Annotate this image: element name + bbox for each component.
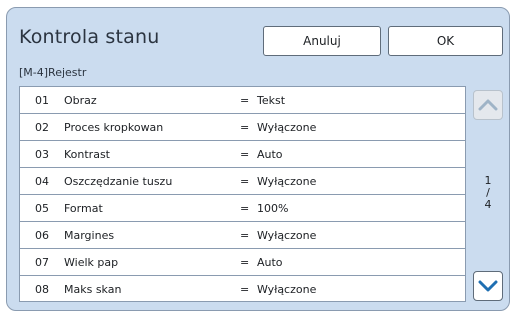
cancel-button[interactable]: Anuluj bbox=[263, 26, 381, 56]
item-number: 08 bbox=[35, 283, 49, 296]
list-item: 02 Proces kropkowan = Wyłączone bbox=[20, 114, 465, 141]
item-value: Wyłączone bbox=[257, 175, 317, 188]
list-item: 03 Kontrast = Auto bbox=[20, 141, 465, 168]
settings-list: 01 Obraz = Tekst 02 Proces kropkowan = W… bbox=[19, 86, 466, 302]
item-equals: = bbox=[240, 202, 250, 215]
item-value: Wyłączone bbox=[257, 283, 317, 296]
section-subtitle: [M-4]Rejestr bbox=[19, 66, 87, 79]
list-item: 06 Margines = Wyłączone bbox=[20, 222, 465, 249]
item-equals: = bbox=[240, 256, 250, 269]
item-value: Auto bbox=[257, 256, 283, 269]
item-name: Oszczędzanie tuszu bbox=[64, 175, 173, 188]
list-item: 07 Wielk pap = Auto bbox=[20, 249, 465, 276]
item-name: Maks skan bbox=[64, 283, 122, 296]
item-number: 07 bbox=[35, 256, 49, 269]
item-number: 03 bbox=[35, 148, 49, 161]
item-equals: = bbox=[240, 283, 250, 296]
page-total: 4 bbox=[484, 198, 492, 211]
item-name: Kontrast bbox=[64, 148, 110, 161]
list-item: 05 Format = 100% bbox=[20, 195, 465, 222]
ok-button[interactable]: OK bbox=[388, 26, 503, 56]
item-value: Tekst bbox=[257, 94, 286, 107]
item-name: Format bbox=[64, 202, 103, 215]
scroll-up-button[interactable] bbox=[473, 90, 503, 120]
item-equals: = bbox=[240, 148, 250, 161]
list-item: 01 Obraz = Tekst bbox=[20, 87, 465, 114]
item-value: Wyłączone bbox=[257, 121, 317, 134]
list-item: 04 Oszczędzanie tuszu = Wyłączone bbox=[20, 168, 465, 195]
item-name: Margines bbox=[64, 229, 115, 242]
item-value: Auto bbox=[257, 148, 283, 161]
item-equals: = bbox=[240, 94, 250, 107]
status-check-dialog: Kontrola stanu Anuluj OK [M-4]Rejestr 01… bbox=[6, 7, 510, 311]
item-equals: = bbox=[240, 121, 250, 134]
item-value: Wyłączone bbox=[257, 229, 317, 242]
item-equals: = bbox=[240, 175, 250, 188]
chevron-down-icon bbox=[478, 280, 498, 292]
page-indicator: 1 / 4 bbox=[473, 175, 503, 211]
chevron-up-icon bbox=[478, 99, 498, 111]
item-number: 06 bbox=[35, 229, 49, 242]
item-number: 05 bbox=[35, 202, 49, 215]
item-number: 02 bbox=[35, 121, 49, 134]
screen: Kontrola stanu Anuluj OK [M-4]Rejestr 01… bbox=[0, 0, 516, 313]
item-name: Proces kropkowan bbox=[64, 121, 164, 134]
item-equals: = bbox=[240, 229, 250, 242]
item-name: Obraz bbox=[64, 94, 97, 107]
item-number: 01 bbox=[35, 94, 49, 107]
list-item: 08 Maks skan = Wyłączone bbox=[20, 276, 465, 303]
item-name: Wielk pap bbox=[64, 256, 119, 269]
item-number: 04 bbox=[35, 175, 49, 188]
scroll-down-button[interactable] bbox=[473, 271, 503, 301]
dialog-title: Kontrola stanu bbox=[19, 26, 160, 48]
item-value: 100% bbox=[257, 202, 289, 215]
